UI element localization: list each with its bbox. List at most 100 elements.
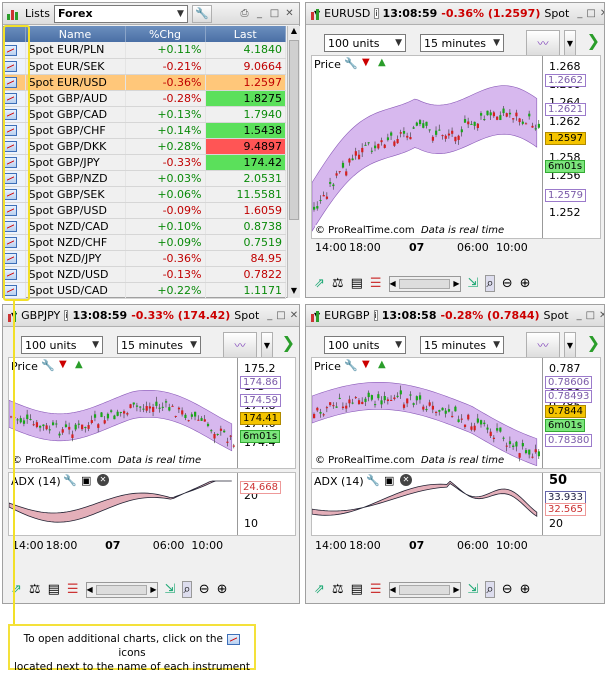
indicators-icon[interactable]: 〰 — [526, 332, 560, 358]
minimize-icon[interactable]: _ — [267, 310, 272, 321]
trade-icon[interactable]: ⇗ — [314, 276, 325, 291]
period-select[interactable]: 15 minutes ▼ — [117, 336, 201, 354]
scale-icon[interactable]: ⚖ — [332, 276, 344, 291]
zoom-in-icon[interactable]: ⊕ — [520, 276, 531, 291]
units-select[interactable]: 100 units ▼ — [21, 336, 103, 354]
minimize-icon[interactable]: _ — [577, 310, 582, 321]
scroll-down-icon[interactable]: ▼ — [288, 286, 300, 298]
table-row[interactable]: Spot GBP/CAD +0.13% 1.7940 — [3, 106, 286, 123]
symbol-name[interactable]: EURUSD — [324, 7, 370, 20]
close-indicator-icon[interactable]: ▼ — [362, 57, 370, 68]
period-select[interactable]: 15 minutes ▼ — [420, 34, 504, 52]
side-scroll-icon[interactable]: ❯ — [282, 333, 295, 352]
layers-icon[interactable]: ☰ — [67, 582, 79, 597]
table-row[interactable]: Spot GBP/JPY -0.33% 174.42 — [3, 154, 286, 171]
units-select[interactable]: 100 units ▼ — [324, 34, 406, 52]
table-row[interactable]: Spot EUR/USD -0.36% 1.2597 — [3, 74, 286, 91]
auto-scroll-icon[interactable]: ⇲ — [165, 582, 176, 597]
close-icon[interactable]: ✕ — [284, 8, 295, 19]
units-select[interactable]: 100 units ▼ — [324, 336, 406, 354]
wrench-icon[interactable]: 🔧 — [41, 359, 55, 372]
table-row[interactable]: Spot GBP/CHF +0.14% 1.5438 — [3, 122, 286, 139]
close-indicator-icon[interactable]: ▼ — [59, 359, 67, 370]
scale-icon[interactable]: ⚖ — [332, 582, 344, 597]
maximize-icon[interactable]: □ — [586, 8, 595, 19]
auto-scroll-icon[interactable]: ⇲ — [468, 582, 479, 597]
info-icon[interactable]: i — [374, 8, 379, 19]
expand-indicator-icon[interactable]: ▲ — [378, 57, 386, 68]
list-icon[interactable]: ▤ — [48, 582, 60, 597]
indicators-icon[interactable]: 〰 — [223, 332, 257, 358]
minimize-icon[interactable]: _ — [577, 8, 582, 19]
zoom-fit-icon[interactable]: ⌕ — [485, 581, 495, 598]
table-row[interactable]: Spot EUR/SEK -0.21% 9.0664 — [3, 58, 286, 75]
side-scroll-icon[interactable]: ❯ — [587, 31, 600, 50]
scale-icon[interactable]: ⚖ — [29, 582, 41, 597]
time-scrollbar[interactable]: ◀ ▶ — [388, 581, 461, 598]
table-row[interactable]: Spot GBP/SEK +0.06% 11.5581 — [3, 186, 286, 203]
table-row[interactable]: Spot EUR/PLN +0.11% 4.1840 — [3, 42, 286, 59]
list-icon[interactable]: ▤ — [351, 276, 363, 291]
maximize-icon[interactable]: □ — [586, 310, 595, 321]
list-icon[interactable]: ▤ — [351, 582, 363, 597]
close-icon[interactable]: ✕ — [599, 310, 604, 321]
period-select[interactable]: 15 minutes ▼ — [420, 336, 504, 354]
chevron-down-icon[interactable]: ▼ — [261, 332, 273, 358]
zoom-out-icon[interactable]: ⊖ — [502, 582, 513, 597]
zoom-fit-icon[interactable]: ⌕ — [485, 275, 495, 292]
zoom-in-icon[interactable]: ⊕ — [217, 582, 228, 597]
chevron-down-icon[interactable]: ▼ — [564, 30, 576, 56]
indicators-icon[interactable]: 〰 — [526, 30, 560, 56]
chevron-down-icon[interactable]: ▼ — [564, 332, 576, 358]
watchlist-scrollbar[interactable]: ▲ ▼ — [287, 26, 300, 298]
price-chart[interactable]: Price 🔧 ▼ ▲ 0.7870.7860.7850.7840.783 0.… — [311, 357, 601, 469]
info-icon[interactable]: i — [64, 310, 69, 321]
table-row[interactable]: Spot NZD/JPY -0.36% 84.95 — [3, 250, 286, 267]
maximize-icon[interactable]: □ — [276, 310, 285, 321]
table-row[interactable]: Spot GBP/USD -0.09% 1.6059 — [3, 202, 286, 219]
close-icon[interactable]: ✕ — [600, 8, 604, 19]
table-row[interactable]: Spot NZD/CAD +0.10% 0.8738 — [3, 218, 286, 235]
expand-indicator-icon[interactable]: ▲ — [75, 359, 83, 370]
price-chart[interactable]: Price 🔧 ▼ ▲ 175.2175174.8174.6174.4 174.… — [8, 357, 296, 469]
table-row[interactable]: Spot NZD/CHF +0.09% 0.7519 — [3, 234, 286, 251]
zoom-fit-icon[interactable]: ⌕ — [182, 581, 192, 598]
minimize-icon[interactable]: _ — [254, 8, 265, 19]
col-chg-header[interactable]: %Chg — [125, 26, 206, 42]
layers-icon[interactable]: ☰ — [370, 276, 382, 291]
info-icon[interactable]: i — [373, 310, 378, 321]
symbol-name[interactable]: GBPJPY — [21, 309, 60, 322]
layers-icon[interactable]: ☰ — [370, 582, 382, 597]
zoom-out-icon[interactable]: ⊖ — [502, 276, 513, 291]
table-row[interactable]: Spot GBP/NZD +0.03% 2.0531 — [3, 170, 286, 187]
zoom-in-icon[interactable]: ⊕ — [520, 582, 531, 597]
scroll-up-icon[interactable]: ▲ — [288, 26, 300, 38]
price-chart[interactable]: Price 🔧 ▼ ▲ 1.2681.2661.2641.2621.2601.2… — [311, 55, 601, 239]
scroll-thumb[interactable] — [289, 40, 299, 220]
col-name-header[interactable]: Name — [25, 26, 126, 42]
adx-chart[interactable]: ADX (14) 🔧 ▣ ✕ 20 10 24.668 — [8, 472, 296, 536]
time-scrollbar[interactable]: ◀ ▶ — [388, 275, 461, 292]
close-indicator-icon[interactable]: ▼ — [362, 359, 370, 370]
table-row[interactable]: Spot GBP/DKK +0.28% 9.4897 — [3, 138, 286, 155]
wrench-icon[interactable]: 🔧 — [191, 4, 212, 23]
close-icon[interactable]: ✕ — [290, 310, 298, 321]
table-row[interactable]: Spot NZD/USD -0.13% 0.7822 — [3, 266, 286, 283]
wrench-icon[interactable]: 🔧 — [344, 359, 358, 372]
maximize-icon[interactable]: □ — [269, 8, 280, 19]
adx-chart[interactable]: ADX (14) 🔧 ▣ ✕ 50 20 33.933 32.565 — [311, 472, 601, 536]
table-row[interactable]: Spot GBP/AUD -0.28% 1.8275 — [3, 90, 286, 107]
wrench-icon[interactable]: 🔧 — [344, 57, 358, 70]
side-scroll-icon[interactable]: ❯ — [587, 333, 600, 352]
trade-icon[interactable]: ⇗ — [314, 582, 325, 597]
auto-scroll-icon[interactable]: ⇲ — [468, 276, 479, 291]
zoom-out-icon[interactable]: ⊖ — [199, 582, 210, 597]
time-scrollbar[interactable]: ◀ ▶ — [85, 581, 158, 598]
symbol-name[interactable]: EURGBP — [324, 309, 369, 322]
col-last-header[interactable]: Last — [205, 26, 286, 42]
table-row[interactable]: Spot USD/CAD +0.22% 1.1171 — [3, 282, 286, 299]
print-icon[interactable]: ⎙ — [239, 8, 250, 19]
candle-body — [380, 140, 383, 143]
expand-indicator-icon[interactable]: ▲ — [378, 359, 386, 370]
list-select[interactable]: Forex ▼ — [53, 4, 188, 23]
